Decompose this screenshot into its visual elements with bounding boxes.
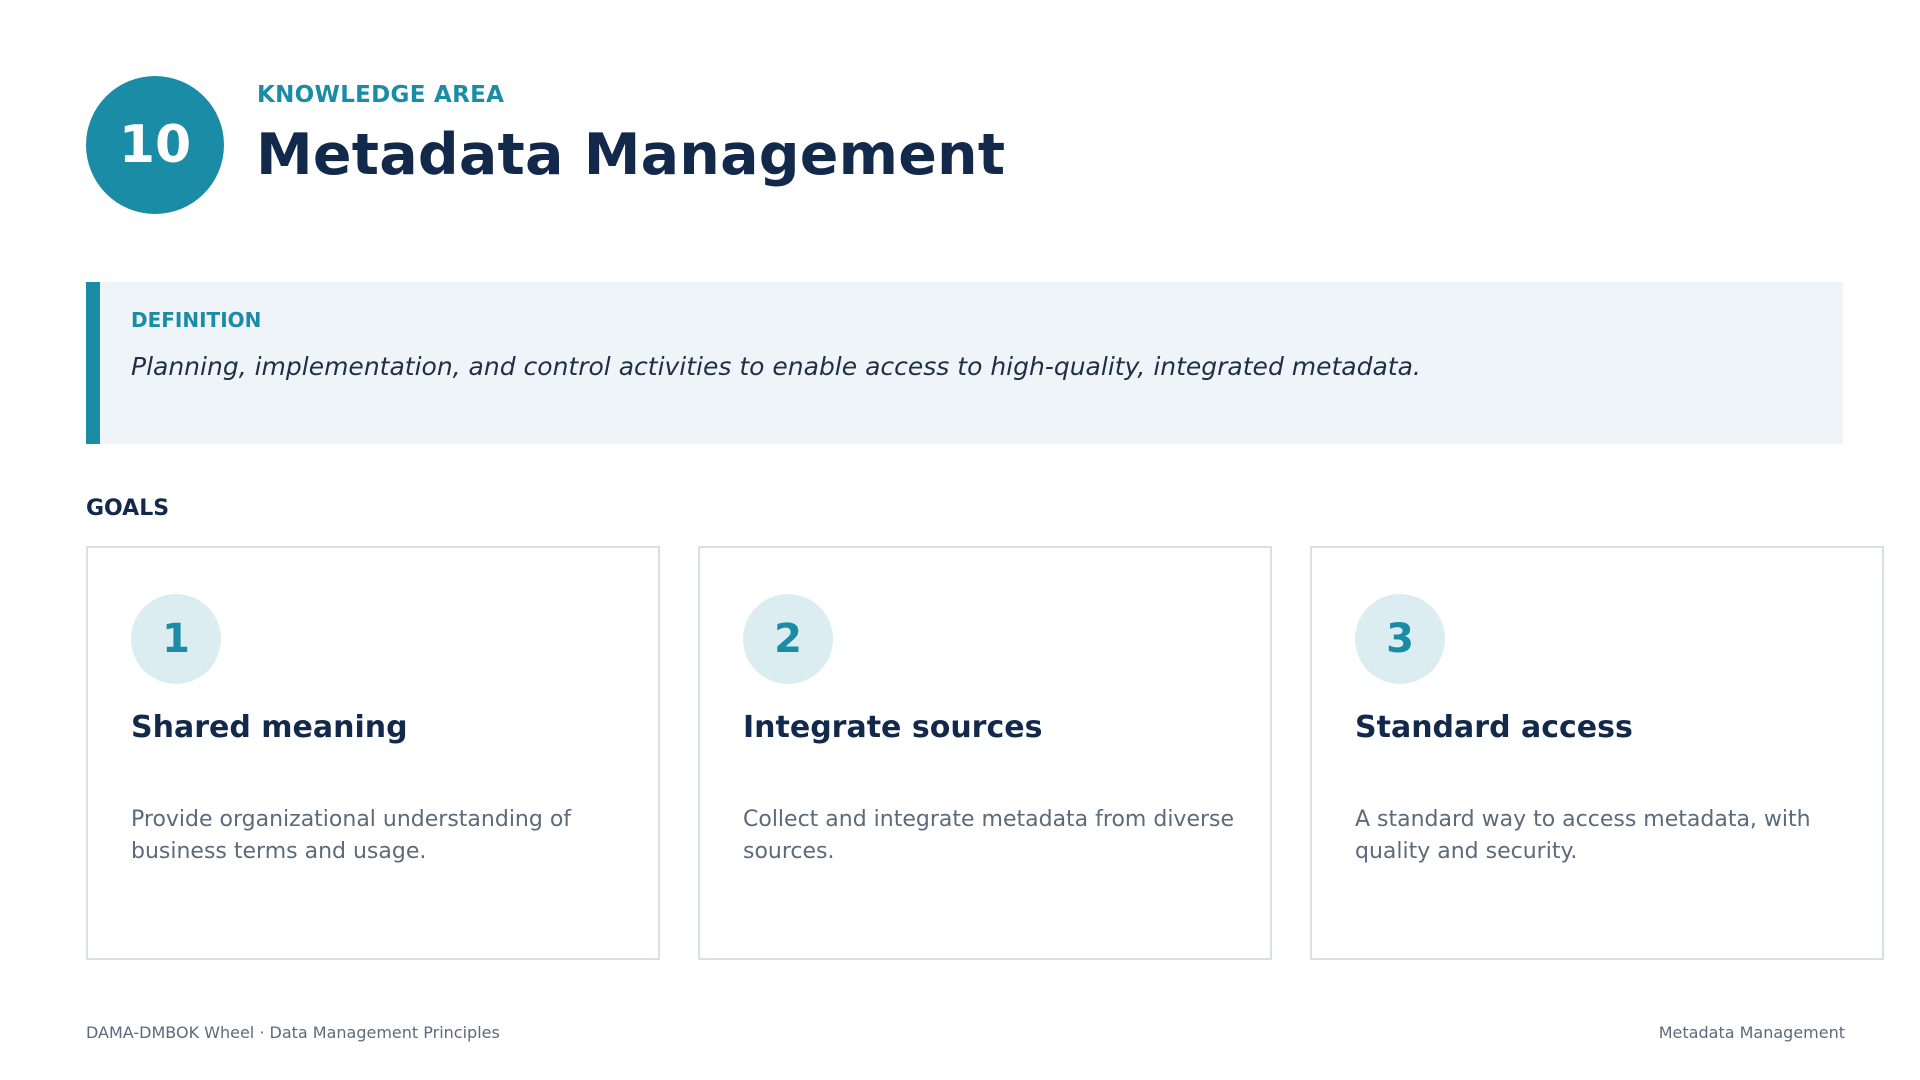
footer-section: Metadata Management: [1658, 1023, 1845, 1042]
goal-card-2: 2 Integrate sources Collect and integrat…: [698, 546, 1272, 960]
definition-box: DEFINITION Planning, implementation, and…: [86, 282, 1843, 444]
goal-card-1: 1 Shared meaning Provide organizational …: [86, 546, 660, 960]
goal-number-1: 1: [131, 594, 221, 684]
slide: 10 KNOWLEDGE AREA Metadata Management DE…: [0, 0, 1920, 1080]
goal-card-3: 3 Standard access A standard way to acce…: [1310, 546, 1884, 960]
goal-description-1: Provide organizational understanding of …: [131, 807, 572, 864]
goal-title-2: Integrate sources: [743, 710, 1043, 745]
goal-number-2: 2: [743, 594, 833, 684]
definition-label: DEFINITION: [131, 308, 262, 332]
definition-text: Planning, implementation, and control ac…: [131, 352, 1421, 381]
knowledge-area-kicker: KNOWLEDGE AREA: [257, 82, 505, 108]
knowledge-area-number-badge: 10: [86, 76, 224, 214]
page-title: Metadata Management: [256, 122, 1006, 188]
footer-source: DAMA-DMBOK Wheel · Data Management Princ…: [86, 1023, 500, 1042]
goals-label: GOALS: [86, 496, 170, 521]
goal-description-2: Collect and integrate metadata from dive…: [743, 807, 1235, 864]
goal-number-3: 3: [1355, 594, 1445, 684]
goal-title-1: Shared meaning: [131, 710, 408, 745]
goal-description-3: A standard way to access metadata, with …: [1355, 807, 1811, 864]
goal-title-3: Standard access: [1355, 710, 1633, 745]
